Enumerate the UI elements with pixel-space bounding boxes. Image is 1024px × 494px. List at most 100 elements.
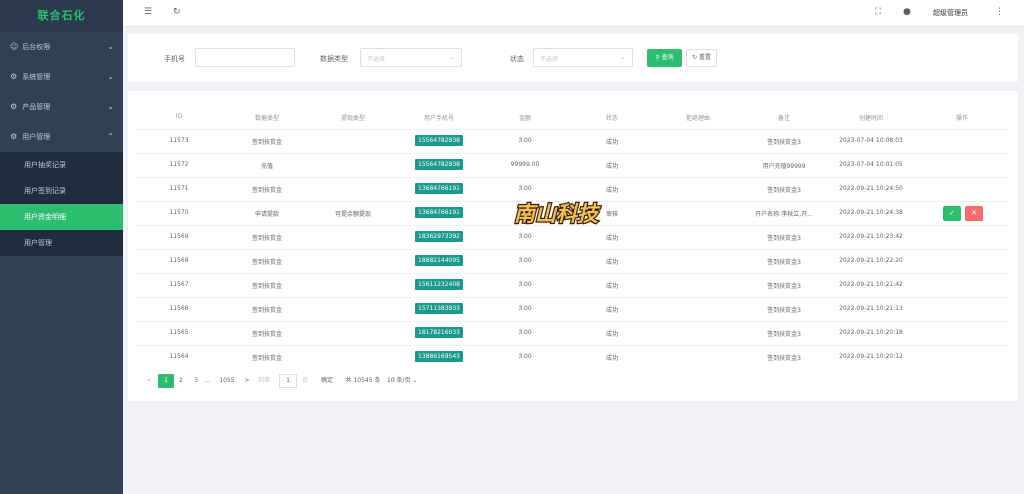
cell-status: 成功 bbox=[605, 139, 619, 146]
status-placeholder: 不选择 bbox=[540, 56, 559, 63]
search-button[interactable]: ⚲ 查询 bbox=[647, 49, 682, 67]
search-button-label: 查询 bbox=[661, 54, 674, 61]
cell-amount: 3.00 bbox=[518, 185, 532, 192]
app-logo-title: 联合石化 bbox=[0, 0, 123, 32]
table-row: 11567 签到扶贫金 15611232408 3.00 成功 签到扶贫金3 2022-09… bbox=[136, 273, 1010, 297]
reset-button[interactable]: ↻ 重置 bbox=[686, 49, 717, 67]
page-unit-label: 页 bbox=[301, 377, 308, 384]
col-header-status: 状态 bbox=[605, 115, 619, 122]
cell-amount: 3.00 bbox=[518, 281, 532, 288]
cell-status: 成功 bbox=[605, 163, 619, 170]
cell-data-type: 签到扶贫金 bbox=[251, 139, 283, 146]
cell-amount: 3.00 bbox=[518, 305, 532, 312]
cell-data-type: 签到扶贫金 bbox=[251, 331, 283, 338]
page-ellipsis[interactable]: ... bbox=[199, 374, 215, 388]
cell-created-time: 2022-09-21 10:21:13 bbox=[839, 305, 903, 312]
cell-remark: 签到扶贫金3 bbox=[767, 259, 801, 266]
cell-id: 11570 bbox=[169, 209, 189, 216]
sidebar-item-products[interactable]: ⚙ 产品管理 ⌄ bbox=[0, 92, 123, 122]
next-page-button[interactable]: > bbox=[242, 374, 252, 388]
cell-status: 成功 bbox=[605, 235, 619, 242]
refresh-icon[interactable]: ↻ bbox=[173, 7, 181, 17]
table-row: 11573 签到扶贫金 15564782938 3.00 成功 签到扶贫金3 2023-07… bbox=[136, 129, 1010, 153]
cell-amount: 3.00 bbox=[518, 329, 532, 336]
sidebar-item-users[interactable]: ⚙ 用户管理 ⌃ bbox=[0, 122, 123, 152]
cell-status: 成功 bbox=[605, 283, 619, 290]
data-type-select[interactable]: 不选择 ⌄ bbox=[360, 48, 462, 67]
phone-tag: 18882144095 bbox=[415, 255, 463, 266]
sidebar-item-lottery-records[interactable]: 用户抽奖记录 bbox=[0, 152, 123, 178]
cell-created-time: 2023-07-04 10:01:05 bbox=[839, 161, 903, 168]
top-bar: ☰ ↻ ⛶ ● 超级管理员 ⋮ bbox=[123, 0, 1024, 27]
cell-data-type: 申请提款 bbox=[254, 211, 280, 218]
cell-amount: 3.00 bbox=[518, 137, 532, 144]
page-size-select[interactable]: 10 条/页 ⌄ bbox=[387, 374, 418, 388]
close-icon: ✕ bbox=[971, 209, 977, 217]
page-button[interactable]: 1055 bbox=[216, 374, 238, 388]
phone-tag: 15564782938 bbox=[415, 135, 463, 146]
sidebar-item-checkin-records[interactable]: 用户签到记录 bbox=[0, 178, 123, 204]
cell-id: 11567 bbox=[169, 281, 189, 288]
data-type-label: 数据类型 bbox=[320, 55, 348, 63]
sidebar-item-label: 后台权限 bbox=[22, 43, 51, 51]
cell-data-type: 签到扶贫金 bbox=[251, 259, 283, 266]
cell-id: 11572 bbox=[169, 161, 189, 168]
chevron-down-icon: ⌄ bbox=[412, 377, 418, 384]
pagination: < 1 2 3 ... 1055 > 到第 1 页 确定 共 10545 条 1… bbox=[136, 374, 736, 390]
cell-status: 成功 bbox=[605, 331, 619, 338]
cell-id: 11565 bbox=[169, 329, 189, 336]
cell-id: 11569 bbox=[169, 233, 189, 240]
cell-created-time: 2023-07-04 10:08:03 bbox=[839, 137, 903, 144]
sidebar-item-fund-details[interactable]: 用户资金明细 bbox=[0, 204, 123, 230]
search-form: 手机号 数据类型 不选择 ⌄ 状态 不选择 ⌄ ⚲ 查询 ↻ 重置 bbox=[128, 34, 1018, 82]
cell-data-type: 充值 bbox=[260, 163, 274, 170]
goto-page-input[interactable]: 1 bbox=[279, 374, 297, 388]
current-user[interactable]: 超级管理员 bbox=[933, 8, 968, 18]
table-row: 11566 签到扶贫金 15711383933 3.00 成功 签到扶贫金3 2022-09… bbox=[136, 297, 1010, 321]
phone-input[interactable] bbox=[195, 48, 295, 67]
globe-icon[interactable]: ● bbox=[903, 7, 911, 17]
refresh-icon: ↻ bbox=[692, 54, 698, 61]
cell-id: 11564 bbox=[169, 353, 189, 360]
goto-confirm-button[interactable]: 确定 bbox=[319, 374, 335, 388]
table-header: ID 数据类型 提现类型 用户手机号 金额 状态 拒绝理由 备注 创建时间 操作 bbox=[136, 105, 1010, 129]
cell-remark: 用户充值99999 bbox=[762, 163, 806, 170]
page-button[interactable]: 2 bbox=[173, 374, 189, 388]
cell-created-time: 2022-09-21 10:23:42 bbox=[839, 233, 903, 240]
cell-data-type: 签到扶贫金 bbox=[251, 355, 283, 362]
cell-data-type: 签到扶贫金 bbox=[251, 235, 283, 242]
table-row: 11564 签到扶贫金 13886169543 3.00 成功 签到扶贫金3 2022-09… bbox=[136, 345, 1010, 369]
cell-remark: 签到扶贫金3 bbox=[767, 355, 801, 362]
approve-button[interactable]: ✓ bbox=[943, 206, 961, 221]
gear-icon: ⚙ bbox=[10, 132, 18, 141]
cell-created-time: 2022-09-21 10:22:20 bbox=[839, 257, 903, 264]
fullscreen-icon[interactable]: ⛶ bbox=[875, 7, 881, 17]
cell-id: 11573 bbox=[169, 137, 189, 144]
phone-tag: 13684766191 bbox=[415, 183, 463, 194]
status-select[interactable]: 不选择 ⌄ bbox=[533, 48, 633, 67]
chevron-up-icon: ⌃ bbox=[107, 132, 114, 141]
phone-label: 手机号 bbox=[164, 55, 185, 63]
chevron-down-icon: ⌄ bbox=[107, 102, 114, 111]
sidebar-item-user-management[interactable]: 用户管理 bbox=[0, 230, 123, 256]
cell-remark: 开户名称:李秋立,开... bbox=[755, 211, 813, 218]
table-row: 11568 签到扶贫金 18882144095 3.00 成功 签到扶贫金3 2022-09… bbox=[136, 249, 1010, 273]
sidebar-item-admin-permissions[interactable]: ☺ 后台权限 ⌄ bbox=[0, 32, 123, 62]
sidebar-item-system[interactable]: ⚙ 系统管理 ⌄ bbox=[0, 62, 123, 92]
cell-status: 成功 bbox=[605, 259, 619, 266]
cell-remark: 签到扶贫金3 bbox=[767, 187, 801, 194]
prev-page-button[interactable]: < bbox=[144, 374, 154, 388]
hamburger-icon[interactable]: ☰ bbox=[144, 7, 152, 17]
page-button[interactable]: 1 bbox=[158, 374, 174, 388]
phone-tag: 18178216033 bbox=[415, 327, 463, 338]
more-vertical-icon[interactable]: ⋮ bbox=[995, 7, 1004, 17]
col-header-remark: 备注 bbox=[777, 115, 791, 122]
cell-status: 成功 bbox=[605, 307, 619, 314]
cell-amount: 3.00 bbox=[518, 233, 532, 240]
chevron-down-icon: ⌄ bbox=[620, 53, 626, 61]
cell-created-time: 2022-09-21 10:24:50 bbox=[839, 185, 903, 192]
reject-button[interactable]: ✕ bbox=[965, 206, 983, 221]
search-icon: ⚲ bbox=[655, 54, 660, 61]
cell-amount: 3.00 bbox=[518, 257, 532, 264]
chevron-down-icon: ⌄ bbox=[107, 42, 114, 51]
